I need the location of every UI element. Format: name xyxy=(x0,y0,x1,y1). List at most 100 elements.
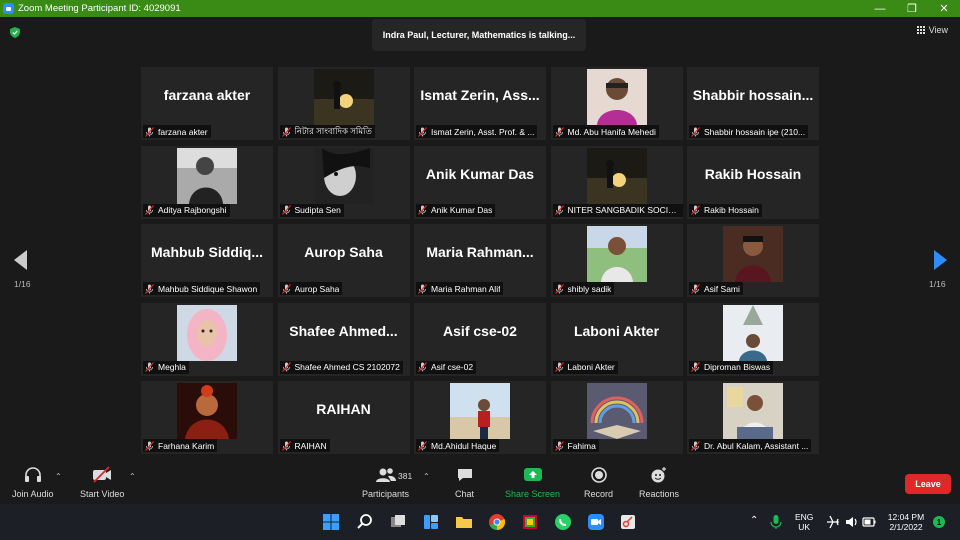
windows-start-icon[interactable] xyxy=(322,513,340,531)
participant-video-thumbnail xyxy=(313,147,374,204)
participant-name: Laboni Akter xyxy=(567,362,615,372)
volume-icon[interactable] xyxy=(845,515,859,529)
participant-tile[interactable]: shibly sadik xyxy=(550,224,683,297)
participant-name: Anik Kumar Das xyxy=(431,205,493,215)
winrar-icon[interactable] xyxy=(521,513,539,531)
participant-name: Sudipta Sen xyxy=(294,205,341,215)
start-video-button[interactable]: Start Video xyxy=(80,466,124,499)
participant-name: Shabbir hossain ipe (210... xyxy=(704,126,806,137)
windows-taskbar: ⌃ ENG UK 12:04 PM 2/1/2022 xyxy=(0,504,960,540)
security-shield-icon[interactable] xyxy=(10,27,20,38)
participant-tile[interactable]: Mahbub Siddiq... Mahbub Siddique Shawon xyxy=(141,224,273,297)
participant-name-label: Meghla xyxy=(143,360,189,374)
clock[interactable]: 12:04 PM 2/1/2022 xyxy=(884,512,928,532)
participant-name-label: Aditya Rajbongshi xyxy=(143,203,230,217)
participant-name-label: Md.Ahidul Haque xyxy=(416,439,500,452)
participant-display-name: Mahbub Siddiq... xyxy=(151,244,263,260)
participant-tile[interactable]: Md. Abu Hanifa Mehedi xyxy=(550,67,683,140)
participant-tile[interactable]: Fahima xyxy=(550,381,683,454)
participant-name-label: Mahbub Siddique Shawon xyxy=(143,282,261,295)
participant-tile[interactable]: Shafee Ahmed... Shafee Ahmed CS 2102072 xyxy=(277,302,410,376)
widgets-icon[interactable] xyxy=(422,513,440,531)
airplane-mode-icon[interactable] xyxy=(826,515,840,529)
notification-badge[interactable]: 1 xyxy=(933,516,945,528)
record-button[interactable]: Record xyxy=(584,466,613,499)
participant-display-name: Anik Kumar Das xyxy=(425,165,535,182)
language-top: ENG xyxy=(795,512,814,522)
participant-tile[interactable]: Meghla xyxy=(141,302,273,376)
window-title: Zoom Meeting Participant ID: 4029091 xyxy=(18,3,181,14)
join-audio-button[interactable]: Join Audio xyxy=(12,466,54,499)
participant-tile[interactable]: নিটার সাংবাদিক সমিতি xyxy=(277,67,410,140)
task-view-icon[interactable] xyxy=(389,513,407,531)
search-icon[interactable] xyxy=(356,513,374,531)
microphone-muted-icon xyxy=(554,362,564,372)
chat-label: Chat xyxy=(455,489,475,499)
participant-tile[interactable]: Shabbir hossain... Shabbir hossain ipe (2… xyxy=(687,67,819,140)
microphone-muted-icon xyxy=(691,440,700,451)
battery-icon[interactable] xyxy=(862,516,876,528)
microphone-muted-icon xyxy=(145,440,154,451)
video-options-caret-icon[interactable]: ⌃ xyxy=(129,472,136,481)
participants-icon xyxy=(375,468,396,482)
participant-tile[interactable]: Asif cse-02 Asif cse-02 xyxy=(414,302,546,376)
participant-tile[interactable]: Diproman Biswas xyxy=(687,302,819,376)
participant-tile[interactable]: Sudipta Sen xyxy=(277,145,410,219)
participant-tile[interactable]: Aurop Saha Aurop Saha xyxy=(277,224,410,297)
participant-video-thumbnail xyxy=(177,383,237,439)
meeting-toolbar: Join Audio ⌃ Start Video ⌃ Participants … xyxy=(0,460,960,504)
participant-count: 381 xyxy=(398,471,413,481)
file-explorer-icon[interactable] xyxy=(455,513,473,531)
microphone-muted-icon xyxy=(281,205,291,215)
participant-tile[interactable]: NITER SANGBADIK SOCIETY xyxy=(550,145,683,219)
microphone-muted-icon xyxy=(145,362,154,372)
chat-button[interactable]: Chat xyxy=(455,466,474,499)
zoom-taskbar-icon[interactable] xyxy=(587,513,605,531)
snipping-tool-icon[interactable] xyxy=(619,513,637,531)
avatar-image xyxy=(586,383,647,439)
avatar-image xyxy=(313,147,374,204)
participant-tile[interactable]: Asif Sami xyxy=(687,224,819,297)
microphone-icon[interactable] xyxy=(769,514,783,530)
participant-name-label: Diproman Biswas xyxy=(689,360,774,374)
microphone-muted-icon xyxy=(554,205,564,215)
avatar-image xyxy=(450,383,510,439)
language-indicator[interactable]: ENG UK xyxy=(795,512,813,532)
participant-tile[interactable]: Anik Kumar Das Anik Kumar Das xyxy=(414,145,546,219)
participant-name-label: Fahima xyxy=(552,439,599,452)
previous-page-arrow-icon[interactable] xyxy=(14,250,27,270)
share-screen-button[interactable]: Share Screen xyxy=(505,466,560,499)
participant-tile[interactable]: Rakib Hossain Rakib Hossain xyxy=(687,145,819,219)
participant-tile[interactable]: Aditya Rajbongshi xyxy=(141,145,273,219)
chrome-icon[interactable] xyxy=(488,513,506,531)
participant-video-thumbnail xyxy=(586,383,647,439)
participant-tile[interactable]: Ismat Zerin, Ass... Ismat Zerin, Asst. Pr… xyxy=(414,67,546,140)
participant-tile[interactable]: farzana akter farzana akter xyxy=(141,67,273,140)
participant-tile[interactable]: Dr. Abul Kalam, Assistant ... xyxy=(687,381,819,454)
audio-options-caret-icon[interactable]: ⌃ xyxy=(55,472,62,481)
restore-button[interactable]: ❐ xyxy=(896,0,928,17)
next-page-arrow-icon[interactable] xyxy=(934,250,947,270)
participant-name-label: RAIHAN xyxy=(279,439,330,452)
page-indicator-right: 1/16 xyxy=(929,279,946,289)
participant-tile[interactable]: RAIHAN RAIHAN xyxy=(277,381,410,454)
participant-name-label: Asif Sami xyxy=(689,282,743,295)
whatsapp-icon[interactable] xyxy=(554,513,572,531)
avatar-image xyxy=(586,226,647,282)
participants-options-caret-icon[interactable]: ⌃ xyxy=(423,472,430,481)
participant-name-label: Shafee Ahmed CS 2102072 xyxy=(279,360,403,374)
smiley-icon xyxy=(651,467,667,483)
active-speaker-text: Indra Paul, Lecturer, Mathematics is tal… xyxy=(382,30,576,40)
leave-button[interactable]: Leave xyxy=(905,474,951,494)
participant-tile[interactable]: Laboni Akter Laboni Akter xyxy=(550,302,683,376)
minimize-button[interactable]: — xyxy=(864,0,896,17)
participant-display-name: Asif cse-02 xyxy=(443,322,517,339)
reactions-button[interactable]: Reactions xyxy=(639,466,679,499)
participant-tile[interactable]: Maria Rahman... Maria Rahman Alif xyxy=(414,224,546,297)
tray-overflow-chevron-icon[interactable]: ⌃ xyxy=(750,515,758,526)
view-button[interactable]: View xyxy=(916,25,948,35)
participant-tile[interactable]: Md.Ahidul Haque xyxy=(414,381,546,454)
avatar-image xyxy=(177,304,237,361)
close-button[interactable]: ✕ xyxy=(928,0,960,17)
participant-tile[interactable]: Farhana Karim xyxy=(141,381,273,454)
